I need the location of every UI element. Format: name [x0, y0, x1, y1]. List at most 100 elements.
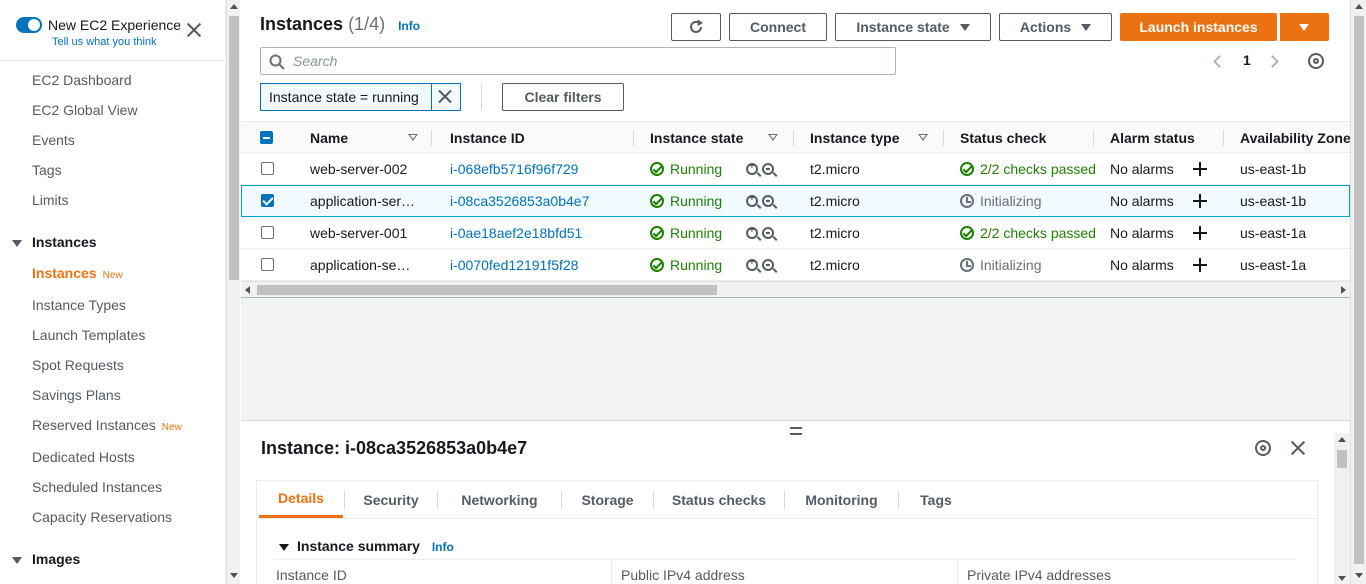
zoom-out-icon[interactable]	[762, 194, 774, 207]
sidebar-item-events[interactable]: Events	[32, 132, 75, 148]
sidebar-item-scheduled-instances[interactable]: Scheduled Instances	[32, 479, 162, 495]
select-all-checkbox[interactable]	[260, 131, 273, 144]
row-checkbox[interactable]	[261, 258, 274, 271]
add-alarm-icon[interactable]	[1193, 258, 1207, 272]
instance-id-link[interactable]: i-0ae18aef2e18bfd51	[450, 217, 625, 248]
sidebar-item-capacity-reservations[interactable]: Capacity Reservations	[32, 509, 172, 525]
column-header-instance-state[interactable]: Instance state	[650, 122, 770, 153]
scroll-up-icon[interactable]	[1338, 437, 1346, 442]
drag-handle-icon[interactable]	[790, 427, 802, 435]
tab-security[interactable]: Security	[345, 481, 437, 518]
scroll-right-icon[interactable]	[1341, 286, 1346, 294]
zoom-in-icon[interactable]	[746, 161, 758, 175]
remove-filter-icon[interactable]	[432, 84, 460, 110]
column-header-alarm-status[interactable]: Alarm status	[1110, 122, 1225, 153]
table-row[interactable]: web-server-002 i-068efb5716f96f729 Runni…	[241, 153, 1350, 185]
clear-filters-button[interactable]: Clear filters	[502, 83, 624, 111]
launch-instances-button[interactable]: Launch instances	[1120, 13, 1277, 41]
connect-button[interactable]: Connect	[729, 13, 827, 41]
sidebar-item-tags[interactable]: Tags	[32, 162, 62, 178]
close-icon[interactable]	[1290, 440, 1306, 456]
sidebar-section-images[interactable]: Images	[12, 551, 80, 567]
tab-networking[interactable]: Networking	[438, 481, 561, 518]
feedback-link[interactable]: Tell us what you think	[52, 36, 157, 48]
sidebar-item-spot-requests[interactable]: Spot Requests	[32, 357, 124, 373]
tab-status-checks[interactable]: Status checks	[654, 481, 784, 518]
sort-icon[interactable]	[768, 134, 778, 141]
refresh-button[interactable]	[671, 13, 721, 41]
zoom-out-icon[interactable]	[762, 226, 774, 239]
tab-storage[interactable]: Storage	[562, 481, 653, 518]
column-header-status-check[interactable]: Status check	[960, 122, 1090, 153]
add-alarm-icon[interactable]	[1193, 162, 1207, 176]
sidebar-item-limits[interactable]: Limits	[32, 192, 69, 208]
close-icon[interactable]	[186, 22, 202, 38]
scroll-down-icon[interactable]	[1355, 573, 1363, 578]
instance-id-link[interactable]: i-08ca3526853a0b4e7	[450, 185, 625, 216]
sidebar-item-instance-types[interactable]: Instance Types	[32, 297, 126, 313]
chevron-left-icon[interactable]	[1213, 55, 1226, 68]
sort-icon[interactable]	[408, 134, 418, 141]
scroll-thumb[interactable]	[1354, 16, 1364, 564]
zoom-out-icon[interactable]	[762, 258, 774, 271]
sidebar-section-instances[interactable]: Instances	[12, 234, 97, 250]
add-alarm-icon[interactable]	[1193, 194, 1207, 208]
scroll-thumb[interactable]	[257, 285, 717, 295]
row-checkbox[interactable]	[261, 226, 274, 239]
search-input[interactable]: Search	[260, 47, 896, 75]
scroll-left-icon[interactable]	[245, 286, 250, 294]
scroll-thumb[interactable]	[229, 16, 239, 280]
zoom-in-icon[interactable]	[746, 257, 758, 271]
filter-token[interactable]: Instance state = running	[260, 83, 461, 111]
status-check: Initializing	[960, 249, 1098, 280]
sidebar-item-label: Instances	[32, 265, 97, 281]
scroll-thumb[interactable]	[1337, 450, 1347, 468]
launch-dropdown-button[interactable]	[1279, 13, 1329, 41]
sidebar-item-global-view[interactable]: EC2 Global View	[32, 102, 138, 118]
tab-tags[interactable]: Tags	[899, 481, 973, 518]
add-alarm-icon[interactable]	[1193, 226, 1207, 240]
zoom-in-icon[interactable]	[746, 225, 758, 239]
row-checkbox[interactable]	[261, 194, 274, 207]
info-link[interactable]: Info	[398, 19, 420, 33]
chevron-right-icon[interactable]	[1266, 55, 1279, 68]
row-checkbox[interactable]	[261, 162, 274, 175]
tab-details[interactable]: Details	[259, 481, 343, 518]
table-row[interactable]: web-server-001 i-0ae18aef2e18bfd51 Runni…	[241, 217, 1350, 249]
gear-icon[interactable]	[1308, 53, 1324, 69]
scroll-up-icon[interactable]	[230, 4, 238, 9]
instance-id-link[interactable]: i-0070fed12191f5f28	[450, 249, 625, 280]
window-scrollbar[interactable]	[1350, 0, 1366, 584]
empty-area	[241, 298, 1350, 420]
column-header-availability-zone[interactable]: Availability Zone	[1240, 122, 1350, 153]
sidebar-item-savings-plans[interactable]: Savings Plans	[32, 387, 121, 403]
actions-button[interactable]: Actions	[999, 13, 1112, 41]
zoom-out-icon[interactable]	[762, 162, 774, 175]
table-row[interactable]: application-ser… i-08ca3526853a0b4e7 Run…	[241, 185, 1350, 217]
instance-id-link[interactable]: i-068efb5716f96f729	[450, 153, 625, 184]
scroll-down-icon[interactable]	[1338, 576, 1346, 581]
table-row[interactable]: application-se… i-0070fed12191f5f28 Runn…	[241, 249, 1350, 281]
table-horizontal-scrollbar[interactable]	[241, 281, 1350, 297]
sort-icon[interactable]	[918, 134, 928, 141]
gear-icon[interactable]	[1255, 440, 1271, 456]
column-header-instance-id[interactable]: Instance ID	[450, 122, 620, 153]
instance-state-button[interactable]: Instance state	[835, 13, 991, 41]
page-number[interactable]: 1	[1243, 52, 1251, 68]
new-experience-toggle[interactable]	[16, 17, 42, 33]
scroll-up-icon[interactable]	[1355, 4, 1363, 9]
sidebar-item-dedicated-hosts[interactable]: Dedicated Hosts	[32, 449, 135, 465]
zoom-in-icon[interactable]	[746, 193, 758, 207]
sidebar-scrollbar[interactable]	[226, 0, 240, 584]
new-experience-title: New EC2 Experience	[48, 17, 182, 33]
sidebar-item-ec2-dashboard[interactable]: EC2 Dashboard	[32, 72, 132, 88]
info-link[interactable]: Info	[432, 540, 454, 554]
sidebar-item-instances[interactable]: Instances New	[32, 265, 123, 281]
detail-scrollbar[interactable]	[1334, 433, 1350, 584]
sidebar-item-launch-templates[interactable]: Launch Templates	[32, 327, 145, 343]
sidebar-item-reserved-instances[interactable]: Reserved Instances New	[32, 417, 182, 433]
tab-monitoring[interactable]: Monitoring	[785, 481, 898, 518]
instance-summary-toggle[interactable]: Instance summary Info	[279, 538, 454, 554]
column-header-instance-type[interactable]: Instance type	[810, 122, 910, 153]
scroll-down-icon[interactable]	[230, 573, 238, 578]
